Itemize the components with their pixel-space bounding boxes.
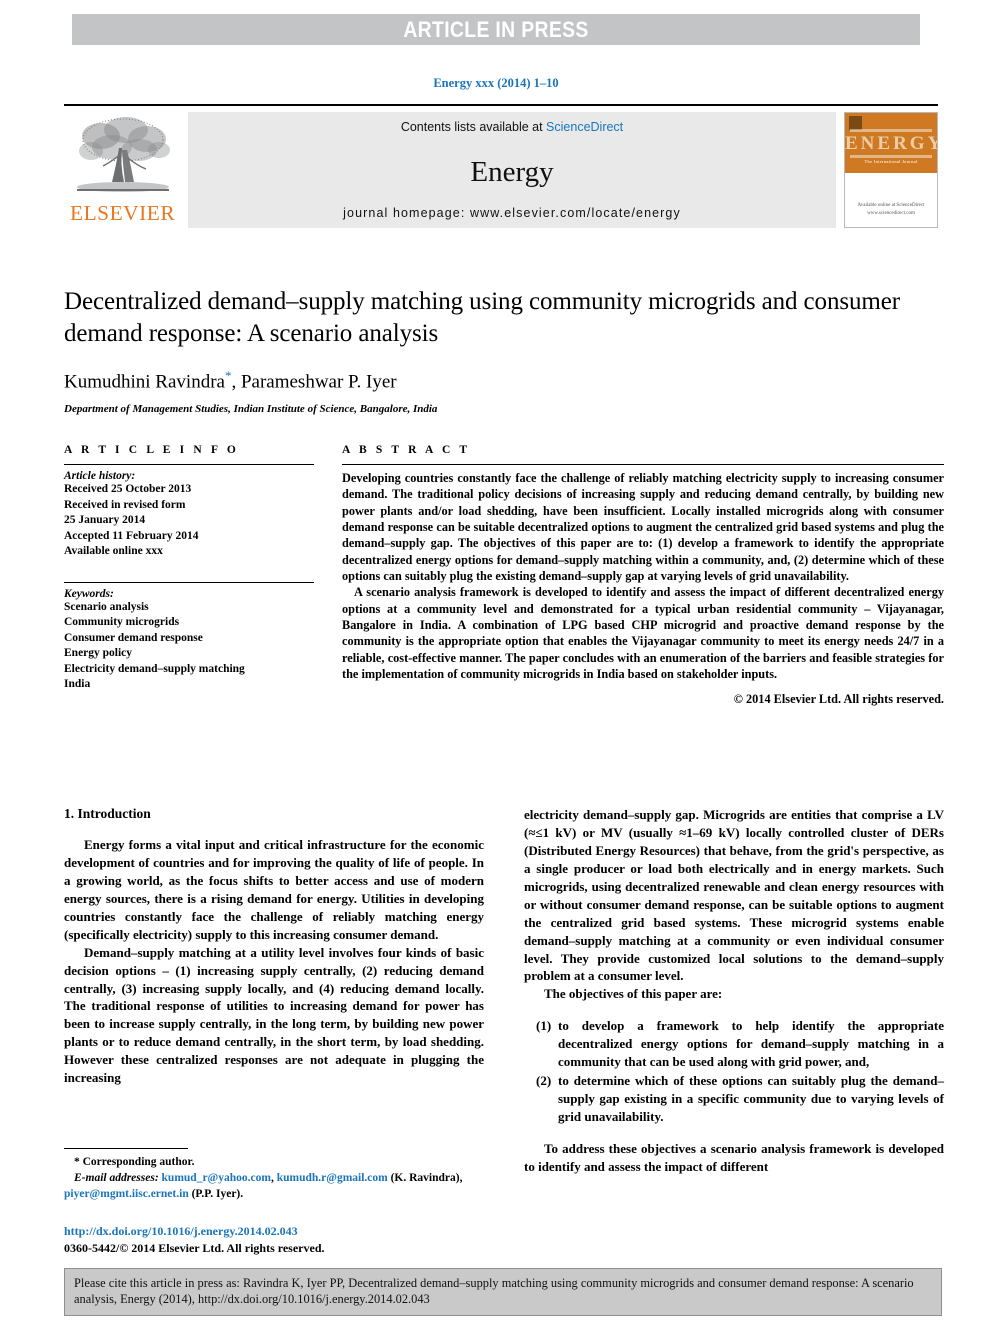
citation-notice-text: Please cite this article in press as: Ra… — [74, 1276, 914, 1307]
article-info-column: A R T I C L E I N F O Article history: R… — [64, 444, 314, 707]
keyword-item: Scenario analysis — [64, 600, 149, 613]
footnote-block: * Corresponding author. E-mail addresses… — [64, 1148, 484, 1202]
objective-number: (2) — [536, 1073, 552, 1089]
author-affiliation: Department of Management Studies, Indian… — [64, 403, 438, 416]
objective-text: to determine which of these options can … — [558, 1073, 944, 1124]
journal-masthead: ELSEVIER Contents lists available at Sci… — [64, 104, 938, 228]
footnote-rule — [64, 1148, 188, 1149]
intro-paragraph: Energy forms a vital input and critical … — [64, 837, 484, 942]
elsevier-wordmark: ELSEVIER — [70, 201, 176, 225]
email-addresses-note: E-mail addresses: kumud_r@yahoo.com, kum… — [64, 1170, 484, 1202]
email-link-1[interactable]: kumud_r@yahoo.com — [162, 1172, 271, 1184]
contents-prefix: Contents lists available at — [400, 120, 547, 134]
intro-paragraph: Demand–supply matching at a utility leve… — [64, 944, 484, 1086]
contents-list-line: Contents lists available at ScienceDirec… — [188, 120, 836, 134]
doi-block: http://dx.doi.org/10.1016/j.energy.2014.… — [64, 1224, 494, 1256]
body-column-left: 1. Introduction Energy forms a vital inp… — [64, 806, 484, 1176]
abstract-column: A B S T R A C T Developing countries con… — [342, 444, 944, 707]
article-history-item: Available online xxx — [64, 545, 163, 558]
article-info-rule — [64, 464, 314, 465]
email-attribution-2: (P.P. Iyer). — [188, 1188, 244, 1201]
body-column-right: electricity demand–supply gap. Microgrid… — [524, 806, 944, 1176]
keyword-item: Consumer demand response — [64, 631, 203, 644]
cover-subtitle: The International Journal — [864, 159, 918, 164]
journal-cover-thumbnail: ENERGY The International Journal Availab… — [844, 112, 938, 228]
keywords-rule — [64, 581, 314, 583]
corresponding-author-note: * Corresponding author. — [64, 1154, 484, 1170]
keyword-item: Community microgrids — [64, 616, 180, 629]
section-heading-introduction: 1. Introduction — [64, 806, 151, 821]
article-history-label: Article history: — [64, 470, 136, 482]
objectives-lead-in: The objectives of this paper are: — [544, 986, 723, 1002]
info-abstract-region: A R T I C L E I N F O Article history: R… — [64, 444, 944, 707]
body-columns: 1. Introduction Energy forms a vital inp… — [64, 806, 944, 1176]
objective-item: (2) to determine which of these options … — [524, 1072, 944, 1126]
cover-footer-text: Available online at ScienceDirect www.sc… — [857, 203, 925, 216]
email-addresses-label: E-mail addresses: — [74, 1172, 159, 1185]
objectives-list: (1) to develop a framework to help ident… — [524, 1017, 944, 1126]
cover-title: ENERGY — [845, 133, 938, 154]
keywords-label: Keywords: — [64, 587, 114, 600]
citation-notice-box: Please cite this article in press as: Ra… — [64, 1268, 942, 1316]
email-attribution-1: (K. Ravindra), — [387, 1172, 463, 1185]
journal-banner: Contents lists available at ScienceDirec… — [188, 112, 836, 228]
objective-item: (1) to develop a framework to help ident… — [524, 1017, 944, 1071]
objective-number: (1) — [536, 1018, 552, 1034]
abstract-paragraph: A scenario analysis framework is develop… — [342, 585, 944, 682]
objective-text: to develop a framework to help identify … — [558, 1018, 944, 1070]
issn-copyright-line: 0360-5442/© 2014 Elsevier Ltd. All right… — [64, 1241, 325, 1255]
intro-paragraph-continued: electricity demand–supply gap. Microgrid… — [524, 807, 944, 984]
abstract-paragraph: Developing countries constantly face the… — [342, 471, 944, 584]
journal-title: Energy — [470, 156, 554, 188]
elsevier-tree-icon — [77, 117, 170, 192]
intro-paragraph-tail: To address these objectives a scenario a… — [524, 1140, 944, 1174]
abstract-rule — [342, 464, 944, 465]
corresponding-author-text: * Corresponding author. — [74, 1156, 195, 1168]
running-head-citation: Energy xxx (2014) 1–10 — [433, 76, 559, 90]
doi-link[interactable]: http://dx.doi.org/10.1016/j.energy.2014.… — [64, 1224, 494, 1239]
email-link-3[interactable]: piyer@mgmt.iisc.ernet.in — [64, 1188, 189, 1200]
author-primary: Kumudhini Ravindra — [64, 371, 225, 393]
article-history-item: Received 25 October 2013 — [64, 483, 192, 495]
keyword-item: Electricity demand–supply matching — [64, 662, 245, 675]
keyword-item: Energy policy — [64, 647, 133, 660]
article-history-item: Received in revised form — [64, 498, 186, 511]
email-link-2[interactable]: kumudh.r@gmail.com — [277, 1172, 388, 1184]
cover-strip-bottom — [850, 155, 932, 158]
article-history-item: Accepted 11 February 2014 — [64, 529, 199, 542]
title-block: Decentralized demand–supply matching usi… — [64, 286, 944, 415]
journal-homepage[interactable]: journal homepage: www.elsevier.com/locat… — [188, 206, 836, 220]
cover-publisher-mark-icon — [849, 116, 862, 130]
author-list: Kumudhini Ravindra*, Parameshwar P. Iyer — [64, 368, 944, 393]
article-in-press-label: ARTICLE IN PRESS — [403, 17, 589, 42]
article-history-item: 25 January 2014 — [64, 514, 146, 527]
cover-strip-top — [850, 129, 932, 132]
sciencedirect-link[interactable]: ScienceDirect — [546, 120, 623, 134]
article-in-press-banner: ARTICLE IN PRESS — [72, 14, 920, 45]
article-info-heading: A R T I C L E I N F O — [64, 444, 239, 456]
paper-title: Decentralized demand–supply matching usi… — [64, 288, 900, 347]
author-secondary: , Parameshwar P. Iyer — [231, 371, 397, 393]
abstract-copyright: © 2014 Elsevier Ltd. All rights reserved… — [733, 692, 944, 707]
keyword-item: India — [64, 678, 91, 691]
abstract-heading: A B S T R A C T — [342, 444, 471, 456]
elsevier-logo: ELSEVIER — [64, 112, 182, 228]
